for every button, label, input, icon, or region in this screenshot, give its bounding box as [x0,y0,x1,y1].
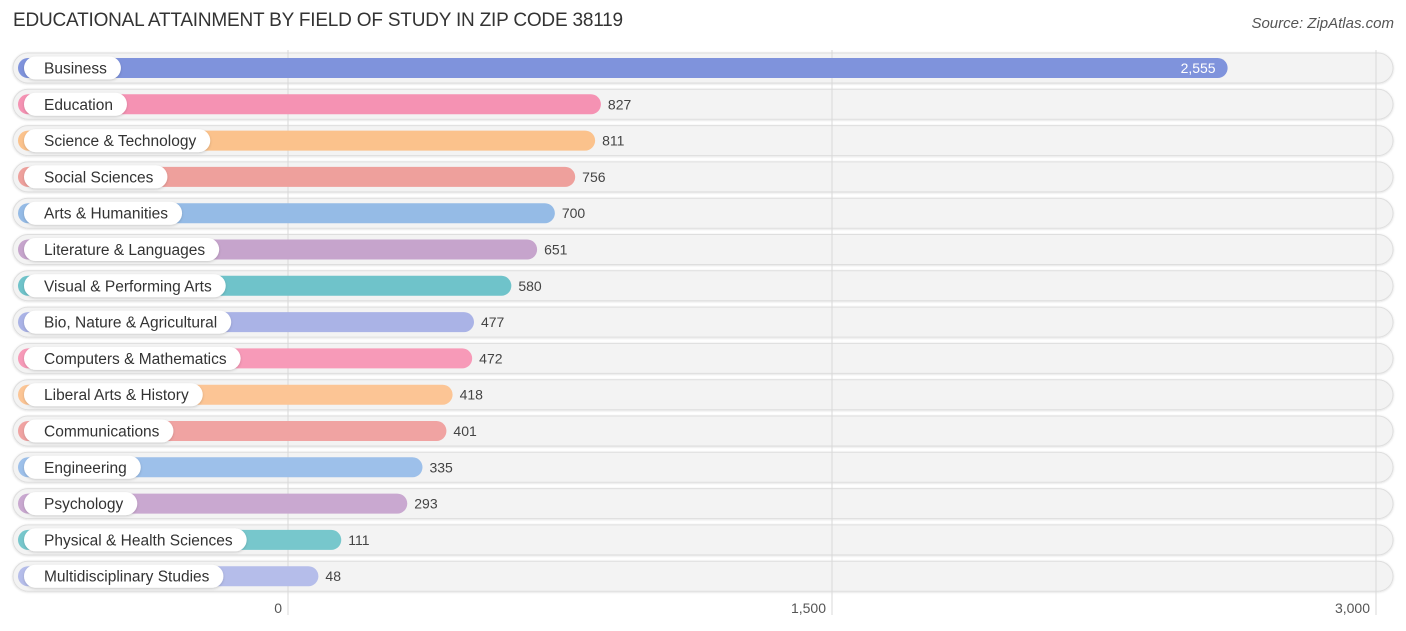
category-label: Business [44,61,107,78]
bar-row: Education 827 [18,92,632,116]
value-label: 401 [453,423,477,439]
bar-row: Social Sciences 756 [18,165,606,189]
value-label: 111 [348,532,369,548]
category-label: Visual & Performing Arts [44,278,212,295]
bar-row: Engineering 335 [18,455,453,479]
value-label: 477 [481,314,505,330]
bar-row: Visual & Performing Arts 580 [18,274,542,298]
value-label: 756 [582,169,606,185]
bar-row: Business 2,555 [18,56,1228,80]
x-tick-label: 0 [274,600,282,616]
x-tick-label: 3,000 [1335,600,1370,616]
category-label: Communications [44,424,160,441]
category-label: Engineering [44,460,127,477]
value-label: 651 [544,242,568,258]
category-label: Multidisciplinary Studies [44,569,210,586]
value-label: 827 [608,96,632,112]
bar-row: Science & Technology 811 [18,129,625,153]
value-label: 811 [602,133,625,149]
bar-row: Psychology 293 [18,492,438,516]
value-label: 48 [325,568,341,584]
x-tick-label: 1,500 [791,600,826,616]
value-label: 580 [518,278,542,294]
bar-row: Literature & Languages 651 [18,238,568,261]
bar [18,58,1228,78]
bar-row: Arts & Humanities 700 [18,201,586,225]
bar-row: Physical & Health Sciences 111 [18,528,370,552]
value-label: 2,555 [1181,60,1216,76]
value-label: 335 [429,459,453,475]
category-label: Computers & Mathematics [44,351,227,368]
bar-row: Multidisciplinary Studies 48 [18,564,341,588]
value-label: 418 [460,387,484,403]
bar-row: Communications 401 [18,419,477,443]
category-label: Physical & Health Sciences [44,532,233,549]
category-label: Liberal Arts & History [44,387,189,404]
value-label: 293 [414,496,438,512]
bar-row: Computers & Mathematics 472 [18,346,503,370]
category-label: Psychology [44,496,124,513]
bar-row: Bio, Nature & Agricultural 477 [18,310,505,334]
category-label: Education [44,97,113,114]
value-label: 700 [562,205,586,221]
bar-chart: Business 2,555 Education 827 Science & Techn… [12,50,1394,616]
value-label: 472 [479,350,503,366]
category-label: Science & Technology [44,133,196,150]
category-label: Social Sciences [44,169,154,186]
category-label: Bio, Nature & Agricultural [44,315,217,332]
category-label: Literature & Languages [44,242,205,259]
bar-row: Liberal Arts & History 418 [18,383,484,407]
x-axis-ticks: 0 1,500 3,000 [274,600,1370,616]
category-label: Arts & Humanities [44,206,168,223]
